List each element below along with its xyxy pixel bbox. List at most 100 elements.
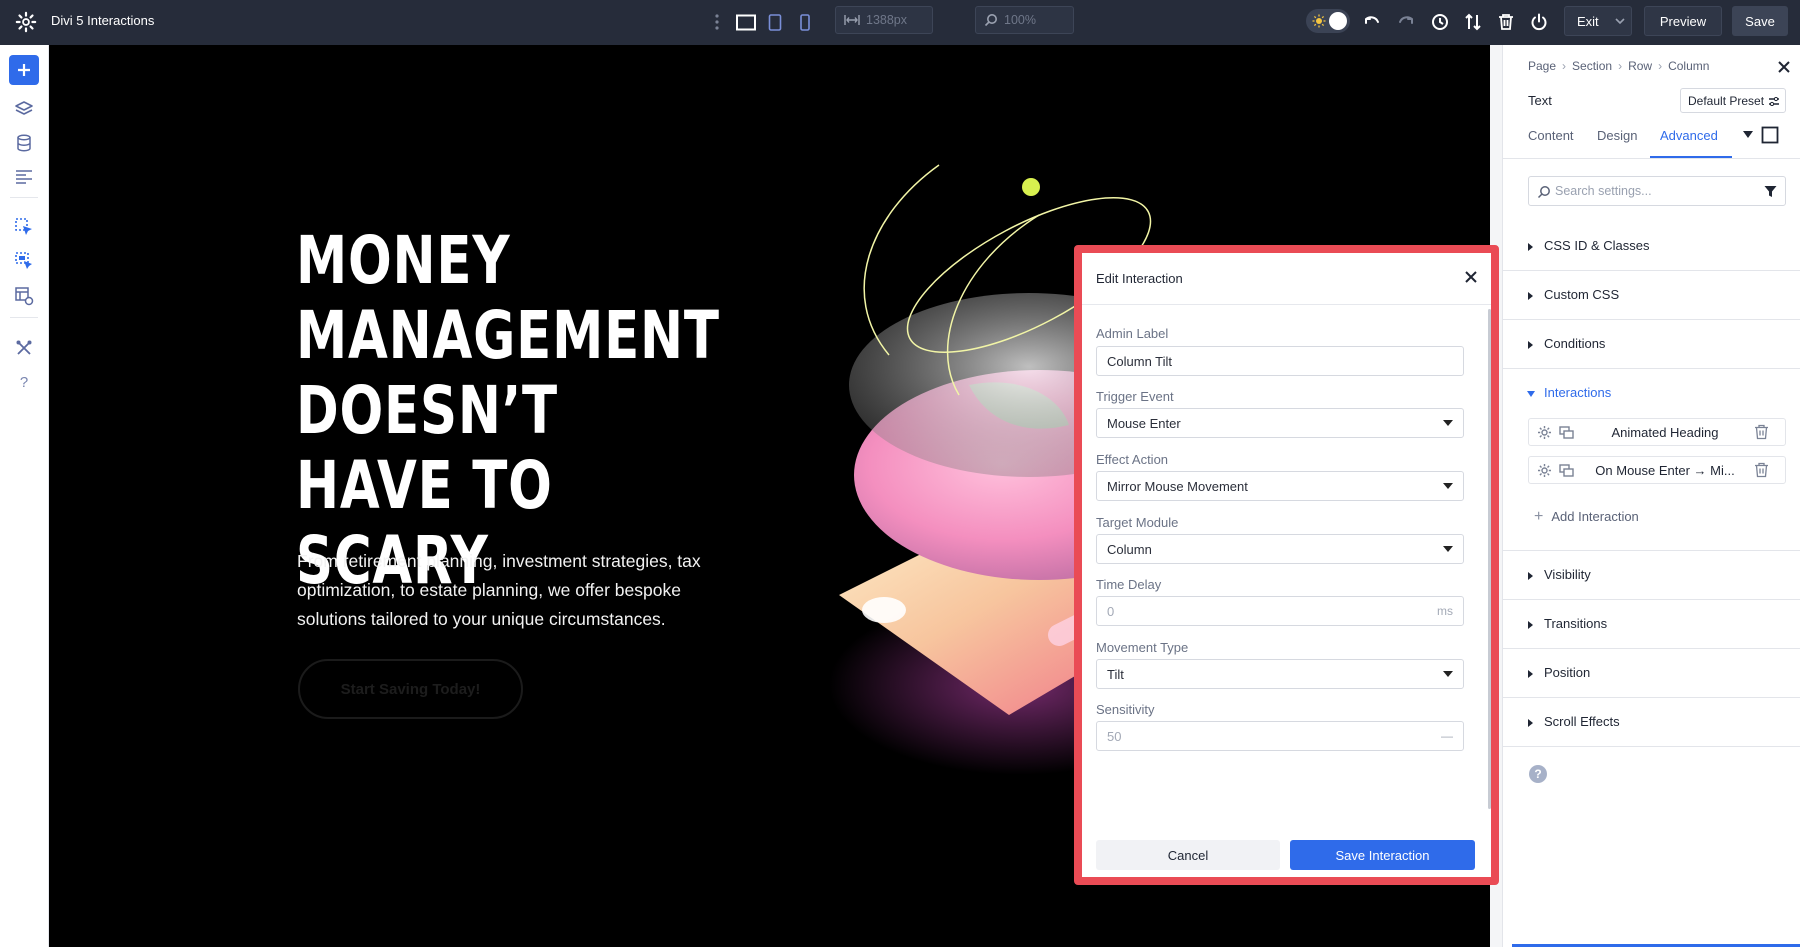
breadcrumb-separator: › — [1658, 59, 1662, 73]
canvas-width-field[interactable]: 1388px — [835, 6, 933, 34]
tablet-icon[interactable] — [763, 10, 787, 34]
toggle-knob — [1329, 12, 1347, 30]
interaction-item[interactable]: Animated Heading — [1528, 418, 1786, 446]
preset-selector[interactable]: Default Preset — [1680, 88, 1786, 113]
caret-right-icon — [1528, 341, 1533, 349]
caret-down-icon — [1443, 546, 1453, 552]
caret-down-icon — [1443, 483, 1453, 489]
close-icon[interactable] — [1461, 267, 1481, 287]
breadcrumb-section[interactable]: Section — [1572, 59, 1612, 73]
cursor-multi-icon[interactable] — [12, 249, 36, 273]
element-type: Text — [1528, 93, 1552, 108]
sort-icon[interactable] — [1461, 10, 1485, 34]
add-module-button[interactable] — [9, 55, 39, 85]
preview-button[interactable]: Preview — [1644, 6, 1722, 36]
hero-heading[interactable]: MONEY MANAGEMENT DOESN’T HAVE TO SCARY — [296, 223, 670, 598]
help-icon[interactable]: ? — [12, 370, 36, 394]
breadcrumb-column[interactable]: Column — [1668, 59, 1709, 73]
trash-icon[interactable] — [1754, 462, 1769, 478]
chevron-down-icon[interactable] — [1743, 131, 1753, 138]
caret-right-icon — [1528, 719, 1533, 727]
copy-icon[interactable] — [1559, 463, 1574, 478]
add-interaction-button[interactable]: +Add Interaction — [1534, 508, 1639, 526]
phone-icon[interactable] — [793, 10, 817, 34]
gear-icon[interactable] — [15, 11, 37, 33]
layers-icon[interactable] — [12, 97, 36, 121]
theme-toggle[interactable] — [1306, 9, 1350, 33]
caret-right-icon — [1528, 621, 1533, 629]
left-sidebar: ? — [0, 45, 49, 947]
exit-label: Exit — [1577, 14, 1599, 29]
undo-icon[interactable] — [1360, 10, 1384, 34]
caret-right-icon — [1528, 292, 1533, 300]
target-module-label: Target Module — [1096, 515, 1178, 530]
admin-label-input[interactable]: Column Tilt — [1096, 346, 1464, 376]
group-scroll-effects[interactable]: Scroll Effects — [1502, 698, 1800, 747]
sensitivity-unit: — — [1441, 729, 1453, 743]
target-module-select[interactable]: Column — [1096, 534, 1464, 564]
interaction-item[interactable]: On Mouse Enter → Mi... — [1528, 456, 1786, 484]
hero-cta-button[interactable]: Start Saving Today! — [298, 659, 523, 719]
breadcrumb: Page›Section›Row›Column — [1528, 59, 1709, 73]
admin-label-value: Column Tilt — [1107, 354, 1172, 369]
add-interaction-label: Add Interaction — [1551, 509, 1638, 524]
trash-icon[interactable] — [1754, 424, 1769, 440]
caret-right-icon — [1528, 670, 1533, 678]
copy-icon[interactable] — [1559, 425, 1574, 440]
effect-action-value: Mirror Mouse Movement — [1107, 479, 1248, 494]
breadcrumb-row[interactable]: Row — [1628, 59, 1652, 73]
breadcrumb-page[interactable]: Page — [1528, 59, 1556, 73]
group-css-id-classes[interactable]: CSS ID & Classes — [1502, 222, 1800, 271]
cancel-button[interactable]: Cancel — [1096, 840, 1280, 870]
interaction-label: On Mouse Enter → Mi... — [1581, 463, 1749, 478]
tools-icon[interactable] — [12, 336, 36, 360]
gear-icon[interactable] — [1537, 463, 1552, 478]
square-icon[interactable] — [1761, 126, 1779, 144]
sidebar-divider — [10, 317, 38, 318]
tab-advanced[interactable]: Advanced — [1660, 128, 1718, 143]
save-interaction-button[interactable]: Save Interaction — [1290, 840, 1475, 870]
group-visibility[interactable]: Visibility — [1502, 551, 1800, 600]
help-icon[interactable]: ? — [1529, 765, 1547, 783]
time-delay-placeholder: 0 — [1107, 604, 1114, 619]
group-transitions[interactable]: Transitions — [1502, 600, 1800, 649]
time-delay-label: Time Delay — [1096, 577, 1161, 592]
redo-icon[interactable] — [1394, 10, 1418, 34]
plus-icon — [17, 63, 31, 77]
save-button[interactable]: Save — [1732, 6, 1788, 36]
group-custom-css[interactable]: Custom CSS — [1502, 271, 1800, 320]
movement-type-select[interactable]: Tilt — [1096, 659, 1464, 689]
time-delay-input[interactable]: 0 ms — [1096, 596, 1464, 626]
trash-icon[interactable] — [1494, 10, 1518, 34]
group-conditions[interactable]: Conditions — [1502, 320, 1800, 369]
group-label: CSS ID & Classes — [1544, 238, 1649, 253]
tab-design[interactable]: Design — [1597, 128, 1637, 143]
chevron-down-icon[interactable] — [1615, 18, 1625, 25]
filter-icon[interactable] — [1764, 185, 1777, 198]
history-icon[interactable] — [1428, 10, 1452, 34]
breadcrumb-separator: › — [1562, 59, 1566, 73]
caret-down-icon — [1443, 671, 1453, 677]
search-settings-input[interactable]: Search settings... — [1528, 176, 1786, 206]
gear-icon[interactable] — [1537, 425, 1552, 440]
layout-icon[interactable] — [12, 165, 36, 189]
effect-action-select[interactable]: Mirror Mouse Movement — [1096, 471, 1464, 501]
trigger-event-select[interactable]: Mouse Enter — [1096, 408, 1464, 438]
template-icon[interactable] — [12, 284, 36, 308]
database-icon[interactable] — [12, 131, 36, 155]
tab-content[interactable]: Content — [1528, 128, 1574, 143]
zoom-field[interactable]: 100% — [975, 6, 1074, 34]
settings-sliders-icon — [1769, 97, 1779, 106]
cursor-select-icon[interactable] — [12, 215, 36, 239]
group-position[interactable]: Position — [1502, 649, 1800, 698]
close-icon[interactable] — [1775, 58, 1793, 76]
more-vertical-icon[interactable] — [705, 10, 729, 34]
desktop-icon[interactable] — [734, 10, 758, 34]
power-icon[interactable] — [1527, 10, 1551, 34]
hero-paragraph[interactable]: From retirement planning, investment str… — [297, 547, 737, 634]
sensitivity-label: Sensitivity — [1096, 702, 1155, 717]
exit-button[interactable]: Exit — [1564, 6, 1632, 36]
sensitivity-input[interactable]: 50 — — [1096, 721, 1464, 751]
modal-scrollbar[interactable] — [1488, 309, 1491, 809]
modal-header: Edit Interaction — [1082, 253, 1491, 305]
